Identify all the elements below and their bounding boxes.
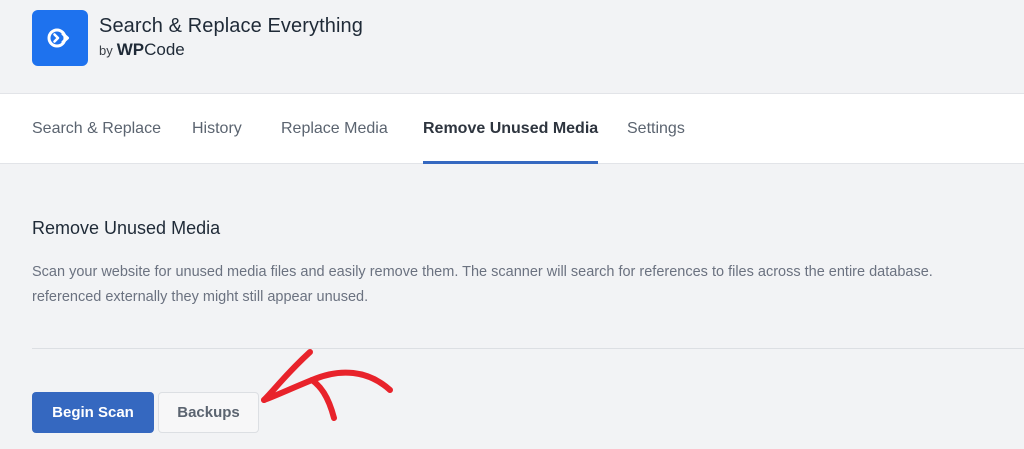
tab-bar: Search & Replace History Replace Media R… [0, 94, 1024, 164]
begin-scan-button[interactable]: Begin Scan [32, 392, 154, 433]
divider [32, 348, 1024, 349]
section-description: Scan your website for unused media files… [32, 260, 1024, 310]
section-title: Remove Unused Media [32, 218, 221, 238]
tab-history[interactable]: History [192, 94, 242, 164]
description-line-2: referenced externally they might still a… [32, 289, 369, 305]
app-title: Search & Replace Everything [99, 15, 363, 37]
tab-remove-unused-media[interactable]: Remove Unused Media [423, 94, 599, 164]
brand-byline: by WP Code [99, 40, 185, 60]
brand-name-regular: Code [144, 40, 185, 59]
backups-button[interactable]: Backups [158, 392, 259, 433]
description-line-1: Scan your website for unused media files… [32, 264, 933, 280]
tab-replace-media[interactable]: Replace Media [281, 94, 388, 164]
brand-name-bold: WP [116, 40, 145, 59]
logo-glyph-icon [47, 28, 69, 48]
search-replace-logo-icon [32, 10, 88, 66]
tab-search-replace[interactable]: Search & Replace [32, 94, 161, 164]
app-header: Search & Replace Everything by WP Code [0, 0, 1024, 94]
tab-settings[interactable]: Settings [627, 94, 685, 164]
main-content: Remove Unused Media Scan your website fo… [0, 165, 1024, 449]
by-text: by [99, 43, 113, 58]
